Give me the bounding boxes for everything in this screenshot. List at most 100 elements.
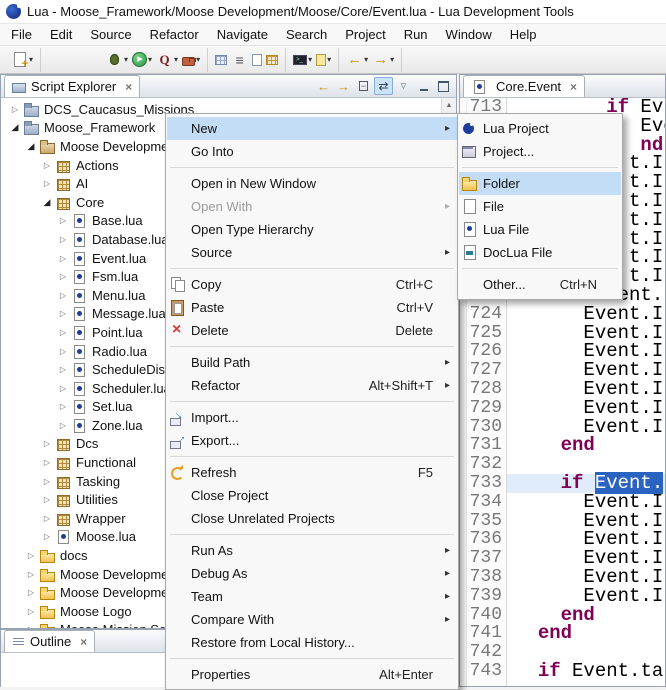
menubar-item-run[interactable]: Run [395,24,437,45]
menu-item-refresh[interactable]: RefreshF5 [167,461,457,484]
collapse-arrow-icon[interactable]: ◢ [23,141,39,152]
link-with-editor-button[interactable] [374,77,393,95]
external-tools-button[interactable]: ▾ [180,49,202,71]
open-console-button[interactable]: ▾ [291,49,314,71]
run-button[interactable]: ▾ [130,49,154,71]
expand-arrow-icon[interactable]: ▷ [23,551,39,560]
menu-item-go-into[interactable]: Go Into [167,140,457,163]
toggle-lines-button[interactable] [229,49,250,71]
expand-arrow-icon[interactable]: ▷ [55,421,71,430]
toggle-doc-button[interactable] [250,49,264,71]
menubar-item-source[interactable]: Source [81,24,140,45]
menu-item-refactor[interactable]: RefactorAlt+Shift+T▸ [167,374,457,397]
menu-item-file[interactable]: File [459,195,621,218]
dropdown-caret-icon[interactable]: ▾ [196,55,200,64]
menubar-item-file[interactable]: File [2,24,41,45]
code-line-741[interactable]: end [515,624,665,643]
menu-item-import[interactable]: Import... [167,406,457,429]
expand-arrow-icon[interactable]: ▷ [55,254,71,263]
expand-arrow-icon[interactable]: ▷ [39,161,55,170]
menubar-item-help[interactable]: Help [501,24,546,45]
menu-item-export[interactable]: Export... [167,429,457,452]
code-line-743[interactable]: if Event.ta [515,662,665,681]
expand-arrow-icon[interactable]: ▷ [39,495,55,504]
menubar-item-search[interactable]: Search [277,24,336,45]
forward-button[interactable] [334,77,353,95]
menu-item-folder[interactable]: Folder [459,172,621,195]
debug-button[interactable]: ▾ [104,49,130,71]
menu-item-new[interactable]: New▸ [167,117,457,140]
expand-arrow-icon[interactable]: ▷ [55,216,71,225]
dropdown-caret-icon[interactable]: ▾ [124,55,128,64]
expand-arrow-icon[interactable]: ▷ [55,402,71,411]
expand-arrow-icon[interactable]: ▷ [55,328,71,337]
expand-arrow-icon[interactable]: ▷ [39,179,55,188]
expand-arrow-icon[interactable]: ▷ [39,477,55,486]
expand-arrow-icon[interactable]: ▷ [7,105,23,114]
back-button[interactable] [314,77,333,95]
expand-arrow-icon[interactable]: ▷ [23,607,39,616]
menu-item-compare-with[interactable]: Compare With▸ [167,608,457,631]
toggle-table-button[interactable] [264,49,280,71]
menu-item-properties[interactable]: PropertiesAlt+Enter [167,663,457,686]
expand-arrow-icon[interactable]: ▷ [39,439,55,448]
menu-item-lua-file[interactable]: Lua File [459,218,621,241]
menu-item-close-project[interactable]: Close Project [167,484,457,507]
menu-item-paste[interactable]: PasteCtrl+V [167,296,457,319]
expand-arrow-icon[interactable]: ▷ [55,384,71,393]
maximize-button[interactable] [434,77,453,95]
menu-item-open-type-hierarchy[interactable]: Open Type Hierarchy [167,218,457,241]
code-line-731[interactable]: end [515,436,665,455]
dropdown-caret-icon[interactable]: ▾ [29,55,33,64]
minimize-button[interactable] [414,77,433,95]
close-icon[interactable]: × [80,635,87,649]
menu-item-delete[interactable]: DeleteDelete [167,319,457,342]
menu-item-doclua-file[interactable]: DocLua File [459,241,621,264]
dropdown-caret-icon[interactable]: ▾ [148,55,152,64]
menubar-item-refactor[interactable]: Refactor [141,24,208,45]
menu-item-build-path[interactable]: Build Path▸ [167,351,457,374]
expand-arrow-icon[interactable]: ▷ [55,272,71,281]
tab-core-event[interactable]: Core.Event × [463,75,585,97]
close-icon[interactable]: × [570,80,577,94]
tab-outline[interactable]: Outline × [4,630,95,652]
tab-script-explorer[interactable]: Script Explorer × [4,75,140,97]
close-icon[interactable]: × [125,80,132,94]
menu-item-restore-from-local-history[interactable]: Restore from Local History... [167,631,457,654]
expand-arrow-icon[interactable]: ▷ [39,532,55,541]
forward-button[interactable]: ▾ [370,49,396,71]
menu-item-debug-as[interactable]: Debug As▸ [167,562,457,585]
toggle-grid-button[interactable] [213,49,229,71]
back-button[interactable]: ▾ [344,49,370,71]
dropdown-caret-icon[interactable]: ▾ [390,55,394,64]
expand-arrow-icon[interactable]: ▷ [55,365,71,374]
menubar-item-navigate[interactable]: Navigate [208,24,277,45]
expand-arrow-icon[interactable]: ▷ [55,309,71,318]
menu-item-close-unrelated-projects[interactable]: Close Unrelated Projects [167,507,457,530]
collapse-arrow-icon[interactable]: ◢ [7,122,23,133]
expand-arrow-icon[interactable]: ▷ [55,347,71,356]
snippets-button[interactable]: ▾ [314,49,333,71]
collapse-arrow-icon[interactable]: ◢ [39,197,55,208]
expand-arrow-icon[interactable]: ▷ [55,291,71,300]
menu-item-copy[interactable]: CopyCtrl+C [167,273,457,296]
dropdown-caret-icon[interactable]: ▾ [174,55,178,64]
menu-item-open-in-new-window[interactable]: Open in New Window [167,172,457,195]
expand-arrow-icon[interactable]: ▷ [39,514,55,523]
menubar-item-edit[interactable]: Edit [41,24,81,45]
view-menu-button[interactable] [394,77,413,95]
expand-arrow-icon[interactable]: ▷ [23,625,39,628]
menu-item-other[interactable]: Other...Ctrl+N [459,273,621,296]
menu-item-team[interactable]: Team▸ [167,585,457,608]
expand-arrow-icon[interactable]: ▷ [23,570,39,579]
menubar-item-window[interactable]: Window [437,24,501,45]
scroll-up-icon[interactable]: ▲ [442,98,456,112]
new-wizard-button[interactable]: ▾ [9,49,35,71]
dropdown-caret-icon[interactable]: ▾ [327,55,331,64]
menu-item-run-as[interactable]: Run As▸ [167,539,457,562]
expand-arrow-icon[interactable]: ▷ [55,235,71,244]
expand-arrow-icon[interactable]: ▷ [39,458,55,467]
dropdown-caret-icon[interactable]: ▾ [364,55,368,64]
dropdown-caret-icon[interactable]: ▾ [308,55,312,64]
menubar-item-project[interactable]: Project [336,24,394,45]
